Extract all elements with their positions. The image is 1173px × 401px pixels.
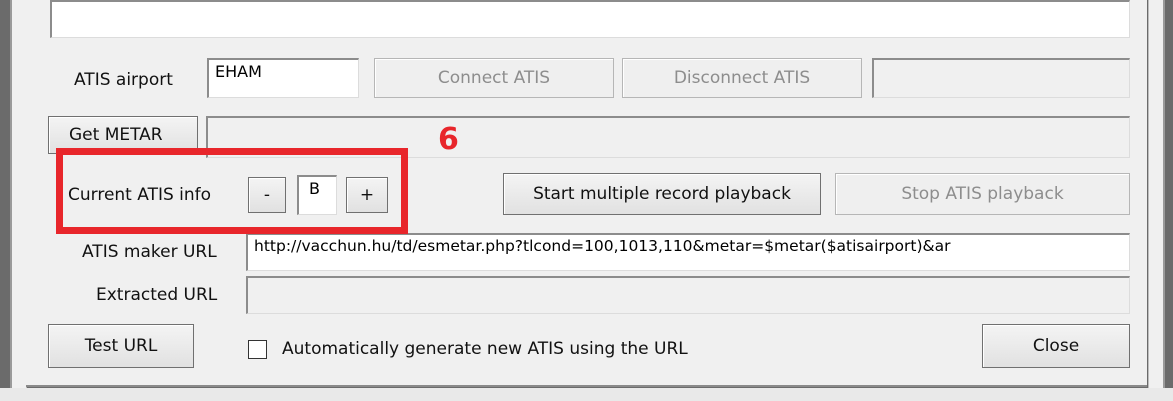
annotation-number: 6 — [438, 122, 459, 157]
atis-airport-input[interactable]: EHAM — [207, 58, 359, 98]
disconnect-atis-button[interactable]: Disconnect ATIS — [622, 58, 862, 98]
window-bottom-edge — [0, 388, 1173, 401]
atis-airport-label: ATIS airport — [74, 70, 173, 90]
auto-generate-label[interactable]: Automatically generate new ATIS using th… — [282, 339, 688, 359]
start-playback-button[interactable]: Start multiple record playback — [503, 173, 821, 215]
auto-generate-checkbox[interactable] — [248, 340, 267, 359]
atis-status-field — [872, 58, 1130, 98]
stop-playback-button[interactable]: Stop ATIS playback — [835, 173, 1130, 215]
atis-maker-url-label: ATIS maker URL — [82, 242, 217, 262]
extracted-url-label: Extracted URL — [96, 285, 218, 305]
window-border-right — [1148, 0, 1165, 401]
top-text-area[interactable] — [50, 0, 1130, 38]
extracted-url-field — [246, 276, 1130, 314]
close-button[interactable]: Close — [982, 324, 1130, 368]
annotation-highlight-box — [56, 148, 408, 234]
window-border-left — [10, 0, 27, 401]
test-url-button[interactable]: Test URL — [48, 324, 194, 368]
connect-atis-button[interactable]: Connect ATIS — [374, 58, 614, 98]
atis-maker-url-input[interactable]: http://vacchun.hu/td/esmetar.php?tlcond=… — [246, 233, 1130, 271]
